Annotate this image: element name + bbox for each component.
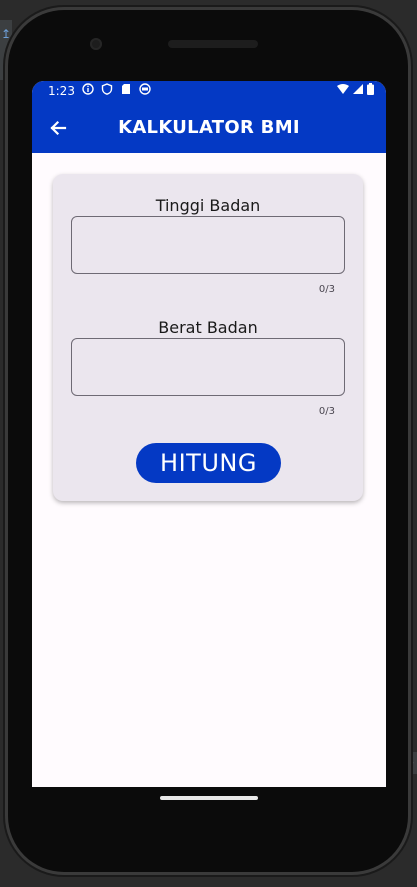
weight-char-counter: 0/3 — [318, 406, 335, 417]
battery-icon — [367, 83, 374, 98]
phone-power-button — [408, 235, 412, 295]
ide-up-arrow-icon[interactable]: ↥ — [0, 24, 12, 44]
phone-frame: 1:23 KALKULATOR BMI Tinggi Badan 0/3 Ber… — [8, 10, 408, 872]
app-top-bar: KALKULATOR BMI — [32, 103, 386, 153]
phone-volume-button — [408, 340, 412, 450]
status-bar: 1:23 — [32, 81, 386, 103]
cell-signal-icon — [353, 84, 363, 97]
height-label: Tinggi Badan — [155, 196, 261, 215]
info-icon — [81, 83, 94, 98]
shield-icon — [100, 83, 113, 98]
gesture-nav-handle[interactable] — [160, 796, 258, 800]
status-time: 1:23 — [48, 84, 75, 98]
sync-icon — [138, 83, 151, 98]
weight-label: Berat Badan — [158, 318, 258, 337]
sd-card-icon — [119, 83, 132, 98]
page-title: KALKULATOR BMI — [118, 117, 300, 138]
calculate-button[interactable]: HITUNG — [136, 443, 281, 483]
emulator-stage: ↥ e 1:23 KALKULATOR BMI Tinggi Badan 0/3… — [0, 0, 417, 887]
ide-right-tab[interactable]: e — [407, 752, 417, 774]
height-input[interactable] — [72, 217, 344, 273]
weight-input[interactable] — [72, 339, 344, 395]
height-field[interactable] — [71, 216, 345, 274]
height-char-counter: 0/3 — [318, 284, 335, 295]
weight-field[interactable] — [71, 338, 345, 396]
earpiece-speaker — [168, 40, 258, 48]
app-screen: 1:23 KALKULATOR BMI Tinggi Badan 0/3 Ber… — [32, 81, 386, 787]
status-system-icons — [337, 83, 374, 98]
bmi-form-card: Tinggi Badan 0/3 Berat Badan 0/3 HITUNG — [53, 174, 363, 501]
wifi-icon — [337, 84, 349, 97]
status-notification-icons — [81, 83, 151, 98]
front-camera-icon — [90, 38, 102, 50]
